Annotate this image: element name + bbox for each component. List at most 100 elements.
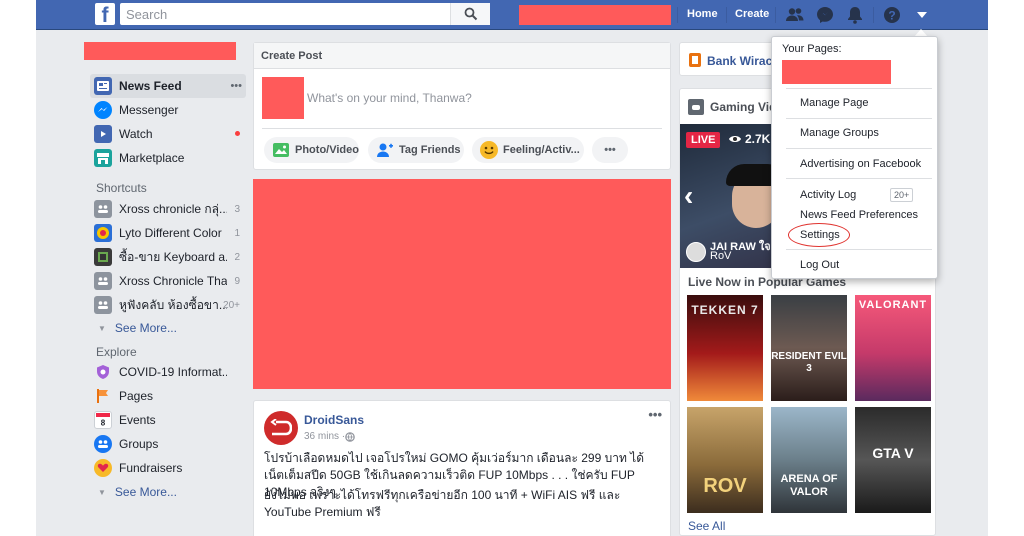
- groups-people-icon: [94, 435, 112, 453]
- sidebar-item-label: Messenger: [119, 103, 179, 117]
- carousel-prev-chevron-icon[interactable]: ‹: [684, 180, 693, 212]
- svg-text:?: ?: [888, 9, 895, 23]
- activity-log-item[interactable]: Activity Log: [800, 189, 856, 201]
- help-question-icon[interactable]: ?: [881, 4, 903, 26]
- your-pages-heading: Your Pages:: [782, 43, 842, 55]
- shortcut-count: 2: [234, 251, 240, 263]
- events-calendar-icon: 8: [94, 411, 112, 429]
- viewer-count-label: 2.7K: [745, 132, 771, 146]
- game-tile-valorant[interactable]: VALORANT: [855, 295, 931, 401]
- account-menu-chevron-down-icon[interactable]: [911, 4, 933, 26]
- game-tile-rov[interactable]: ROV: [687, 407, 763, 513]
- shortcut-item[interactable]: หูฟังคลับ ห้องซื้อขา... 20+: [90, 293, 246, 317]
- game-tile-title: ROV: [703, 475, 747, 497]
- explore-see-more-link[interactable]: ▼ See More...: [98, 485, 177, 499]
- game-tile-resident-evil[interactable]: RESIDENT EVIL 3: [771, 295, 847, 401]
- sidebar-item-news-feed[interactable]: News Feed •••: [90, 74, 246, 98]
- see-more-label: See More...: [114, 321, 177, 335]
- create-link[interactable]: Create: [735, 8, 769, 20]
- photo-video-button[interactable]: Photo/Video: [264, 137, 359, 163]
- marketplace-shop-icon: [94, 149, 112, 167]
- see-more-label: See More...: [114, 485, 177, 499]
- shortcuts-see-more-link[interactable]: ▼ See More...: [98, 321, 177, 335]
- shortcut-count: 20+: [223, 299, 240, 311]
- game-tile-gta-v[interactable]: GTA V: [855, 407, 931, 513]
- menu-divider: [786, 148, 932, 149]
- post-composer-input[interactable]: What's on your mind, Thanwa?: [307, 91, 472, 105]
- log-out-item[interactable]: Log Out: [800, 259, 839, 271]
- notifications-bell-icon[interactable]: [844, 4, 866, 26]
- facebook-logo-icon[interactable]: f: [95, 3, 115, 25]
- live-badge: LIVE: [686, 132, 721, 148]
- search-input[interactable]: [120, 3, 450, 25]
- home-link[interactable]: Home: [687, 8, 718, 20]
- sidebar-item-marketplace[interactable]: Marketplace: [90, 146, 246, 170]
- watch-tv-icon: [94, 125, 112, 143]
- shortcut-item[interactable]: Xross chronicle กลุ่... 3: [90, 197, 246, 221]
- sidebar-item-label: Pages: [119, 389, 154, 403]
- feeling-activity-button[interactable]: Feeling/Activ...: [472, 137, 584, 163]
- shortcut-item[interactable]: Lyto Different Color 1: [90, 221, 246, 245]
- pages-flag-icon: [94, 387, 112, 405]
- post-author-link[interactable]: DroidSans: [304, 413, 364, 427]
- shortcuts-heading: Shortcuts: [96, 181, 147, 195]
- post-more-options-icon[interactable]: •••: [648, 407, 662, 422]
- more-options-button[interactable]: •••: [592, 137, 628, 163]
- post-text-paragraph-2: ยังไม่พอ เพราะได้โทรฟรีทุกเครือข่ายอีก 1…: [264, 488, 621, 519]
- sidebar-item-messenger[interactable]: Messenger: [90, 98, 246, 122]
- photo-icon: [272, 141, 290, 159]
- sidebar-item-covid-info[interactable]: COVID-19 Informat...: [90, 360, 246, 384]
- menu-divider: [786, 249, 932, 250]
- sidebar-item-watch[interactable]: Watch: [90, 122, 246, 146]
- post-timestamp[interactable]: 36 mins ·: [304, 431, 355, 442]
- manage-groups-item[interactable]: Manage Groups: [800, 127, 879, 139]
- game-tile-title: ARENA OF VALOR: [780, 473, 838, 498]
- news-feed-preferences-item[interactable]: News Feed Preferences: [800, 209, 918, 221]
- game-tile-title: GTA V: [872, 445, 914, 461]
- redacted-profile-name[interactable]: [519, 5, 671, 25]
- friend-requests-icon[interactable]: [784, 4, 806, 26]
- game-tile-tekken[interactable]: TEKKEN 7: [687, 295, 763, 401]
- shortcut-label: Xross Chronicle Thai: [119, 274, 227, 288]
- sidebar-item-label: Fundraisers: [119, 461, 183, 475]
- shortcut-item[interactable]: Xross Chronicle Thai 9: [90, 269, 246, 293]
- post-time-label: 36 mins ·: [304, 431, 346, 442]
- chevron-down-icon: ▼: [98, 487, 106, 497]
- streamer-game: RoV: [710, 250, 732, 262]
- search-button[interactable]: [450, 3, 490, 25]
- notification-dot-icon: [235, 131, 240, 136]
- nav-divider: [775, 7, 776, 23]
- feeling-activity-label: Feeling/Activ...: [503, 144, 580, 156]
- gaming-icon: [688, 99, 704, 115]
- keyboard-group-icon: [94, 248, 112, 266]
- shortcut-count: 1: [234, 227, 240, 239]
- group-icon: [94, 272, 112, 290]
- see-all-link[interactable]: See All: [688, 519, 725, 533]
- page-name-link[interactable]: Bank Wirach: [707, 54, 780, 68]
- game-tile-arena-of-valor[interactable]: ARENA OF VALOR: [771, 407, 847, 513]
- account-dropdown-menu: Your Pages: Manage Page Manage Groups Ad…: [771, 36, 938, 279]
- viewer-count: 2.7K: [728, 132, 770, 146]
- menu-divider: [786, 88, 932, 89]
- sidebar-item-pages[interactable]: Pages: [90, 384, 246, 408]
- redacted-user-name[interactable]: [84, 42, 236, 60]
- tag-friends-label: Tag Friends: [399, 144, 461, 156]
- streamer-avatar[interactable]: [686, 242, 706, 262]
- create-post-title: Create Post: [254, 43, 670, 69]
- messenger-icon[interactable]: [814, 4, 836, 26]
- tag-friends-button[interactable]: Tag Friends: [368, 137, 464, 163]
- top-navigation-bar: f Home Create ?: [36, 0, 988, 30]
- sidebar-item-events[interactable]: 8 Events: [90, 408, 246, 432]
- advertising-item[interactable]: Advertising on Facebook: [800, 158, 921, 170]
- chevron-down-icon: ▼: [98, 323, 106, 333]
- redacted-page-name[interactable]: [782, 60, 891, 84]
- manage-page-item[interactable]: Manage Page: [800, 97, 869, 109]
- sidebar-item-groups[interactable]: Groups: [90, 432, 246, 456]
- nav-divider: [873, 7, 874, 23]
- shortcut-item[interactable]: ซื้อ-ขาย Keyboard a... 2: [90, 245, 246, 269]
- sidebar-item-fundraisers[interactable]: Fundraisers: [90, 456, 246, 480]
- more-options-icon[interactable]: •••: [230, 80, 242, 92]
- sidebar-item-label: Watch: [119, 127, 153, 141]
- droidsans-avatar[interactable]: [264, 411, 298, 445]
- sidebar-item-label: News Feed: [119, 79, 182, 93]
